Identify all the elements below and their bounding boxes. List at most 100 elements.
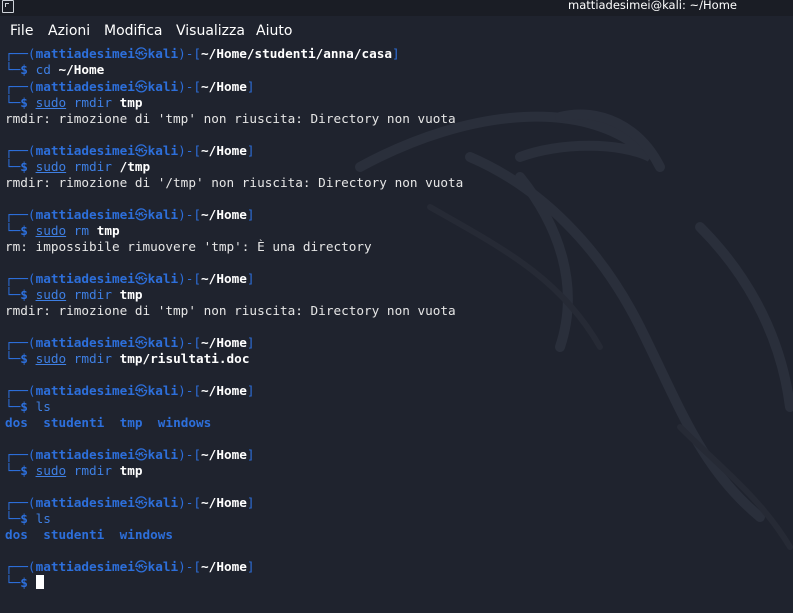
directory-entry[interactable]: windows [158, 415, 211, 430]
prompt-user: mattiadesimei [35, 47, 135, 61]
prompt-dollar: $ [20, 575, 36, 590]
command-name: rmdir [73, 287, 112, 302]
prompt-box-bottom: └─ [5, 511, 21, 526]
prompt-path: ~/Home [201, 271, 247, 286]
prompt-path: ~/Home [201, 559, 247, 574]
directory-entry[interactable]: tmp [120, 415, 143, 430]
prompt-host: kali [147, 383, 179, 398]
command-line[interactable]: └─$ sudo rm tmp [5, 223, 120, 239]
command-line[interactable]: └─$ sudo rmdir tmp [5, 463, 143, 479]
command-name: rmdir [73, 463, 112, 478]
prompt-box-top: ┌──( [5, 447, 36, 462]
prompt-host: kali [147, 495, 179, 510]
menu-visualizza[interactable]: Visualizza [176, 23, 245, 39]
prompt-box-bottom: └─ [5, 95, 21, 110]
prompt-path: ~/Home [201, 207, 247, 222]
prompt-box-top: ┌──( [5, 559, 36, 574]
prompt-host: kali [147, 559, 179, 574]
prompt-dollar: $ [20, 399, 36, 414]
prompt-box-end: ] [246, 79, 255, 94]
prompt-host: kali [147, 207, 179, 222]
prompt-dollar: $ [20, 351, 36, 366]
menu-azioni[interactable]: Azioni [48, 23, 90, 39]
prompt-line: ┌──(mattiadesimei㉿kali)-[~/Home] [5, 495, 255, 511]
command-line[interactable]: └─$ cd ~/Home [5, 62, 104, 78]
prompt-box-bottom: └─ [5, 399, 21, 414]
prompt-user: mattiadesimei [35, 79, 135, 94]
prompt-box-bottom: └─ [5, 223, 21, 238]
command-output: rmdir: rimozione di 'tmp' non riuscita: … [5, 303, 456, 318]
prompt-box-top: ┌──( [5, 271, 36, 286]
command-output: rm: impossibile rimuovere 'tmp': È una d… [5, 239, 372, 254]
menu-modifica[interactable]: Modifica [104, 23, 163, 39]
window-titlebar: mattiadesimei@kali: ~/Home [0, 0, 793, 16]
command-name: rmdir [73, 95, 112, 110]
prompt-line: ┌──(mattiadesimei㉿kali)-[~/Home/studenti… [5, 47, 400, 62]
prompt-line: ┌──(mattiadesimei㉿kali)-[~/Home] [5, 79, 255, 95]
prompt-host: kali [147, 271, 179, 286]
prompt-box-end: ] [246, 143, 255, 158]
command-line[interactable]: └─$ sudo rmdir tmp [5, 95, 143, 111]
prompt-dollar: $ [20, 463, 36, 478]
prompt-box-top: ┌──( [5, 335, 36, 350]
command-args: ~/Home [58, 62, 105, 77]
command-name: cd [35, 62, 51, 77]
command-name: rmdir [73, 351, 112, 366]
at-circle-icon: ㉿ [134, 79, 148, 94]
command-line[interactable]: └─$ sudo rmdir tmp/risultati.doc [5, 351, 249, 367]
command-args: tmp [96, 223, 120, 238]
prompt-box-end: ] [246, 495, 255, 510]
command-line[interactable]: └─$ ls [5, 399, 51, 415]
prompt-dollar: $ [20, 159, 36, 174]
command-line[interactable]: └─$ sudo rmdir tmp [5, 287, 143, 303]
prompt-box-mid: )-[ [178, 335, 202, 350]
prompt-dollar: $ [20, 95, 36, 110]
command-name: ls [35, 511, 51, 526]
prompt-dollar: $ [20, 287, 36, 302]
directory-entry[interactable]: dos [5, 527, 28, 542]
command-args: tmp [119, 95, 143, 110]
prompt-user: mattiadesimei [35, 207, 135, 222]
directory-entry[interactable]: studenti [43, 527, 104, 542]
command-line[interactable]: └─$ sudo rmdir /tmp [5, 159, 150, 175]
terminal-app-icon[interactable] [2, 0, 14, 13]
prompt-line: ┌──(mattiadesimei㉿kali)-[~/Home] [5, 271, 255, 287]
sudo-keyword: sudo [35, 463, 67, 478]
prompt-line: ┌──(mattiadesimei㉿kali)-[~/Home] [5, 207, 255, 223]
command-name: rmdir [73, 159, 112, 174]
prompt-path: ~/Home [201, 495, 247, 510]
prompt-path: ~/Home [201, 143, 247, 158]
prompt-user: mattiadesimei [35, 447, 135, 462]
prompt-box-mid: )-[ [178, 271, 202, 286]
prompt-user: mattiadesimei [35, 335, 135, 350]
prompt-path: ~/Home/studenti/anna/casa [201, 47, 393, 61]
directory-entry[interactable]: windows [120, 527, 173, 542]
at-circle-icon: ㉿ [134, 207, 148, 222]
prompt-box-top: ┌──( [5, 143, 36, 158]
at-circle-icon: ㉿ [134, 383, 148, 398]
at-circle-icon: ㉿ [134, 143, 148, 158]
directory-entry[interactable]: dos [5, 415, 28, 430]
command-args: tmp [119, 287, 143, 302]
terminal-area[interactable]: ┌──(mattiadesimei㉿kali)-[~/Home/studenti… [0, 47, 793, 613]
sudo-keyword: sudo [35, 95, 67, 110]
prompt-box-end: ] [246, 207, 255, 222]
command-name: rm [73, 223, 90, 238]
prompt-path: ~/Home [201, 383, 247, 398]
text-cursor [35, 575, 44, 589]
menu-aiuto[interactable]: Aiuto [256, 23, 292, 39]
prompt-box-top: ┌──( [5, 495, 36, 510]
directory-entry[interactable]: studenti [43, 415, 104, 430]
menu-file[interactable]: File [10, 23, 33, 39]
sudo-keyword: sudo [35, 287, 67, 302]
command-line[interactable]: └─$ ls [5, 511, 51, 527]
prompt-box-mid: )-[ [178, 383, 202, 398]
prompt-host: kali [147, 79, 179, 94]
window-title: mattiadesimei@kali: ~/Home [568, 0, 737, 12]
prompt-box-end: ] [246, 335, 255, 350]
prompt-box-mid: )-[ [178, 495, 202, 510]
command-line[interactable]: └─$ [5, 575, 44, 591]
prompt-box-mid: )-[ [178, 79, 202, 94]
prompt-dollar: $ [20, 223, 36, 238]
command-output: rmdir: rimozione di '/tmp' non riuscita:… [5, 175, 464, 190]
